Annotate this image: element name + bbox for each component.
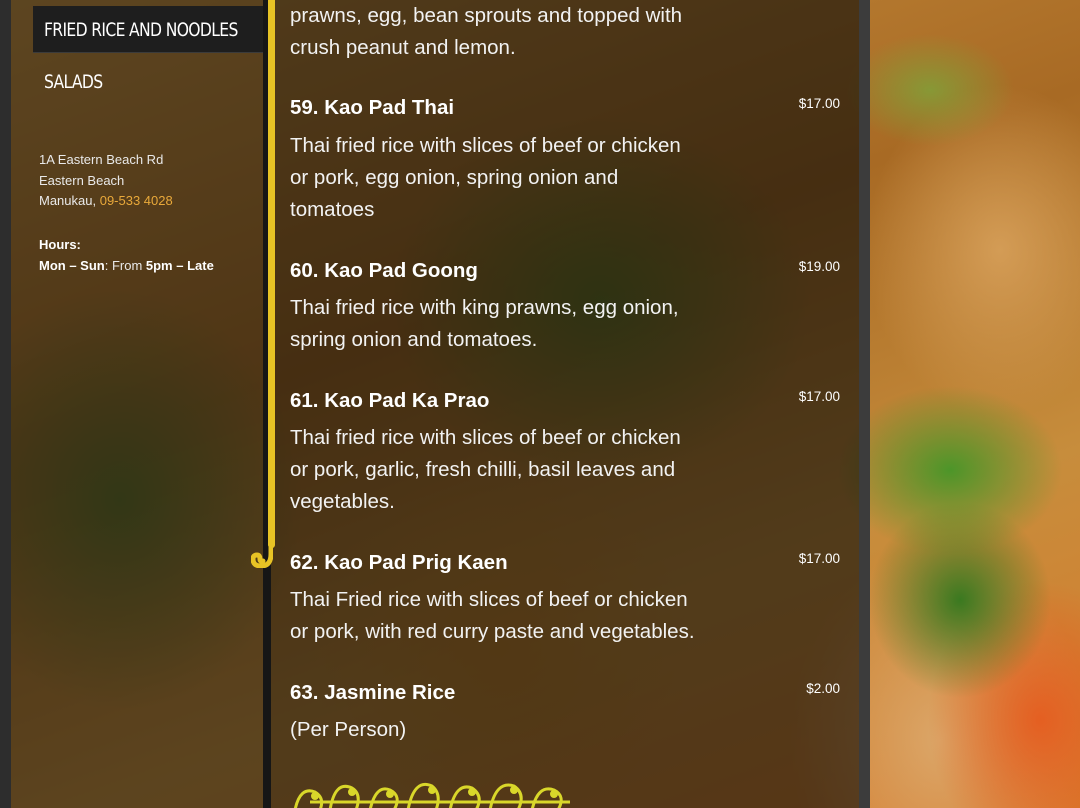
menu-item-price: $19.00 (798, 259, 840, 274)
desc-line: or pork, garlic, fresh chilli, basil lea… (290, 458, 676, 481)
desc-line: crush peanut and lemon. (290, 36, 516, 59)
menu-item-price: $17.00 (798, 96, 840, 111)
desc-line: or pork, egg onion, spring onion and (290, 166, 619, 189)
address-city: Manukau, (39, 193, 97, 208)
menu-item-title: 62. Kao Pad Prig Kaen (290, 551, 508, 574)
desc-line: Thai fried rice with king prawns, egg on… (290, 296, 679, 319)
address-line-2: Eastern Beach (39, 172, 125, 188)
sidebar (11, 0, 263, 808)
menu-item-description: Thai fried rice with slices of beef or c… (290, 130, 735, 226)
desc-line: Thai Fried rice with slices of beef or c… (290, 588, 688, 611)
menu-item-price: $17.00 (798, 389, 840, 404)
menu-item-title: 61. Kao Pad Ka Prao (290, 389, 490, 412)
menu-item-title: 60. Kao Pad Goong (290, 259, 478, 282)
nav-item-label: FRIED RICE AND NOODLES (44, 19, 238, 41)
address-block: 1A Eastern Beach Rd Eastern Beach Manuka… (39, 150, 173, 212)
hours-days: Mon – Sun (39, 258, 105, 273)
partial-item-description: prawns, egg, bean sprouts and topped wit… (290, 0, 735, 64)
nav-item-salads[interactable]: SALADS (44, 70, 103, 94)
desc-line: or pork, with red curry paste and vegeta… (290, 620, 695, 643)
menu-page: FRIED RICE AND NOODLES SALADS 1A Eastern… (0, 0, 1080, 808)
desc-line: prawns, egg, bean sprouts and topped wit… (290, 4, 683, 27)
desc-line: Thai fried rice with slices of beef or c… (290, 426, 681, 449)
hours-heading: Hours: (39, 237, 81, 252)
desc-line: tomatoes (290, 198, 375, 221)
floral-ornament-icon (293, 783, 570, 808)
left-gutter (0, 0, 11, 808)
menu-item-title: 63. Jasmine Rice (290, 681, 456, 704)
desc-line: spring onion and tomatoes. (290, 328, 538, 351)
menu-item-description: Thai Fried rice with slices of beef or c… (290, 584, 735, 648)
hours-from-label: : From (104, 258, 146, 273)
menu-item-description: Thai fried rice with slices of beef or c… (290, 422, 735, 518)
hours-time: 5pm – Late (145, 258, 214, 273)
desc-line: Thai fried rice with slices of beef or c… (290, 134, 681, 157)
menu-item-price: $17.00 (798, 551, 840, 566)
nav-item-fried-rice-and-noodles[interactable]: FRIED RICE AND NOODLES (33, 6, 271, 53)
menu-item-price: $2.00 (806, 681, 840, 696)
gold-accent-line (268, 0, 275, 548)
menu-item-description: Thai fried rice with king prawns, egg on… (290, 292, 735, 356)
menu-item-description: (Per Person) (290, 714, 735, 746)
gold-hook-icon (251, 534, 273, 568)
menu-item-title: 59. Kao Pad Thai (290, 96, 455, 119)
desc-line: (Per Person) (290, 718, 407, 741)
desc-line: vegetables. (290, 490, 395, 513)
hours-block: Hours: Mon – Sun: From 5pm – Late (39, 234, 214, 276)
right-gutter (859, 0, 870, 808)
address-line-1: 1A Eastern Beach Rd (39, 152, 164, 167)
phone-link[interactable]: 09-533 4028 (100, 193, 173, 208)
